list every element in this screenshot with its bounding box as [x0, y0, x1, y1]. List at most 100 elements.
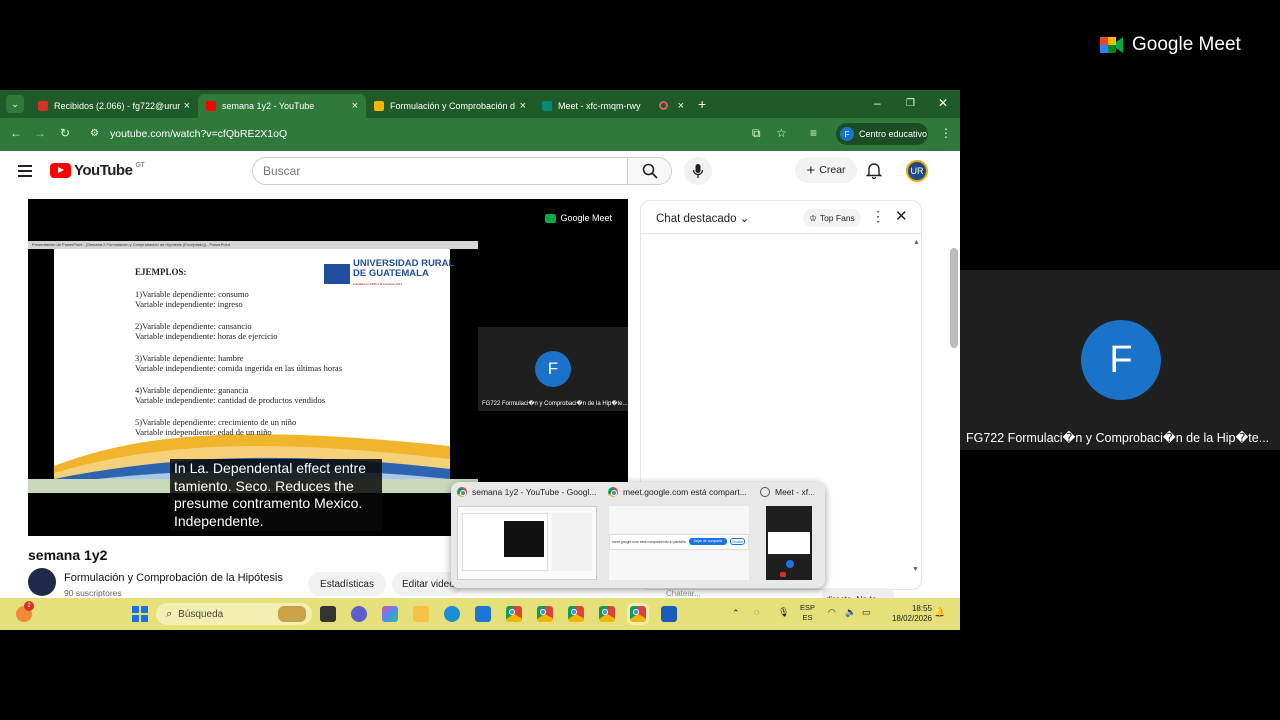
notifications-button[interactable] [865, 161, 883, 184]
chat-close-icon[interactable]: ✕ [895, 207, 908, 225]
profile-avatar: F [840, 127, 854, 141]
statistics-button[interactable]: Estadísticas [308, 572, 386, 596]
chat-scroll-down-icon[interactable]: ▼ [912, 566, 919, 573]
channel-avatar[interactable] [28, 568, 56, 596]
video-participant-name: FG722 Formulaci�n y Comprobaci�n de la H… [482, 401, 628, 407]
chat-title: Chat destacado [656, 213, 737, 225]
bookmark-star-icon[interactable]: ☆ [776, 126, 787, 140]
preview-thumbnail-meet[interactable] [766, 506, 812, 580]
meet-camera-icon [1100, 37, 1123, 53]
youtube-logo[interactable]: YouTube GT [50, 162, 145, 179]
back-icon[interactable]: ← [10, 126, 22, 140]
media-control-icon[interactable]: ≡ [810, 126, 817, 140]
new-tab-icon[interactable]: + [698, 96, 706, 112]
volume-icon[interactable]: 🔈 [845, 607, 856, 617]
close-tab-icon[interactable]: × [520, 100, 526, 112]
search-input[interactable] [253, 158, 627, 184]
restore-icon[interactable]: ❐ [906, 98, 915, 109]
search-highlight-icon [278, 606, 306, 622]
video-meet-text: Google Meet [560, 213, 612, 223]
reload-icon[interactable]: ↻ [60, 126, 70, 140]
slide-line: 1)Variable dependiente: consumo [135, 288, 249, 299]
lang-top: ESP [800, 603, 816, 612]
chat-scroll-up-icon[interactable]: ▲ [913, 239, 920, 246]
chrome-profile-icon[interactable] [537, 606, 553, 622]
tray-overflow-icon[interactable]: ⌃ [732, 608, 740, 618]
chat-mode-dropdown[interactable]: Chat destacado ⌄ [656, 211, 749, 225]
chrome-profile-icon[interactable] [599, 606, 615, 622]
preview-youtube[interactable]: semana 1y2 - YouTube - Googl... [457, 487, 599, 497]
task-view-icon[interactable] [320, 606, 336, 622]
store-icon[interactable] [475, 606, 491, 622]
channel-name[interactable]: Formulación y Comprobación de la Hipótes… [64, 572, 283, 584]
microphone-icon[interactable]: 🎙 [778, 607, 789, 617]
youtube-favicon-icon [206, 101, 216, 111]
cast-icon[interactable]: ⧉ [752, 126, 761, 141]
notification-badge: 2 [24, 601, 34, 611]
forward-icon[interactable]: → [34, 126, 46, 140]
close-window-icon[interactable]: ✕ [938, 96, 948, 110]
taskbar-search[interactable]: ⌕ Búsqueda [156, 603, 312, 625]
search-icon: ⌕ [166, 607, 173, 620]
tab-slides[interactable]: Formulación y Comprobación d × [366, 94, 534, 118]
battery-icon[interactable]: ▭ [862, 607, 871, 617]
taskbar-clock[interactable]: 18:55 18/02/2026 [880, 604, 932, 624]
preview-label: Meet - xf... [775, 487, 816, 497]
tab-meet[interactable]: Meet - xfc-rmqm-rwy × [534, 94, 692, 118]
menu-icon[interactable] [18, 165, 32, 177]
preview-meet[interactable]: Meet - xf... [760, 487, 822, 497]
lang-bottom: ES [802, 613, 813, 622]
share-notice: meet.google.com está compartiendo tu pan… [612, 540, 686, 544]
close-tab-icon[interactable]: × [352, 100, 358, 112]
youtube-play-icon [50, 163, 71, 178]
plus-icon: + [806, 161, 816, 179]
account-avatar[interactable]: UR [906, 160, 928, 182]
chat-more-icon[interactable]: ⋮ [871, 208, 885, 225]
slide-margin-left [28, 249, 54, 491]
teams-icon[interactable] [351, 606, 367, 622]
preview-thumbnail-share[interactable]: meet.google.com está compartiendo tu pan… [609, 506, 749, 580]
minimize-icon[interactable]: – [874, 96, 881, 110]
tray-app-icon[interactable]: ◌ [754, 607, 759, 617]
chat-input-hint[interactable]: Chatear... [666, 589, 701, 598]
tab-youtube[interactable]: semana 1y2 - YouTube × [198, 94, 366, 118]
slide-line: Variable independiente: edad de un niño [135, 427, 272, 437]
word-icon[interactable] [661, 606, 677, 622]
chrome-icon[interactable] [506, 606, 522, 622]
chrome-profile-icon[interactable] [568, 606, 584, 622]
country-code: GT [135, 162, 145, 169]
slide-heading: EJEMPLOS: [135, 267, 187, 277]
search-button[interactable] [627, 158, 671, 184]
wifi-icon[interactable]: ◠ [828, 607, 836, 617]
url-field[interactable]: youtube.com/watch?v=cfQbRE2X1oQ [110, 128, 287, 140]
create-button[interactable]: + Crear [795, 157, 857, 183]
profile-button[interactable]: F Centro educativo [836, 123, 928, 145]
close-tab-icon[interactable]: × [184, 100, 190, 112]
file-explorer-icon[interactable] [413, 606, 429, 622]
site-info-icon[interactable]: ⚙ [90, 128, 99, 139]
copilot-icon[interactable] [382, 606, 398, 622]
language-indicator[interactable]: ESP ES [800, 603, 815, 623]
address-bar: ← → ↻ ⚙ youtube.com/watch?v=cfQbRE2X1oQ … [0, 118, 960, 151]
video-meet-watermark: Google Meet [545, 213, 612, 223]
globe-icon [760, 487, 770, 497]
chrome-active-icon[interactable] [630, 606, 646, 622]
slide-line: Variable independiente: cantidad de prod… [135, 395, 326, 405]
hide-share-button: Ocultar [730, 538, 745, 545]
top-fans-button[interactable]: ♔ Top Fans [803, 209, 861, 227]
close-tab-icon[interactable]: × [678, 100, 684, 112]
preview-thumbnail-youtube[interactable] [457, 506, 597, 580]
video-title: semana 1y2 [28, 547, 108, 563]
presentation-slide: Presentación de PowerPoint - [Semana 2 F… [28, 241, 478, 491]
browser-menu-icon[interactable]: ⋮ [940, 126, 952, 140]
tab-search-icon[interactable]: ⌄ [6, 95, 24, 113]
windows-start-icon[interactable] [132, 606, 148, 622]
page-scrollbar[interactable] [950, 248, 958, 348]
edge-icon[interactable] [444, 606, 460, 622]
notification-bell-icon[interactable]: 🔔 [934, 607, 945, 617]
voice-search-button[interactable] [684, 157, 712, 185]
microphone-icon [692, 164, 704, 178]
tab-gmail[interactable]: Recibidos (2.066) - fg722@urur × [30, 94, 198, 118]
preview-meet-share[interactable]: meet.google.com está compart... [608, 487, 752, 497]
tab-label: semana 1y2 - YouTube [222, 101, 315, 111]
